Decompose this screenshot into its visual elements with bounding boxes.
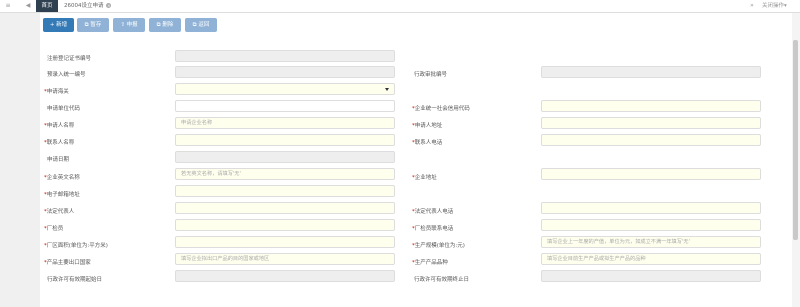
customs-label: *申请海关 — [44, 87, 69, 95]
scrollbar-thumb[interactable] — [793, 40, 798, 240]
tab-current[interactable]: 26004设立申请 × — [60, 0, 115, 12]
reg-cert-no-field — [175, 50, 395, 62]
tab-current-label: 26004设立申请 — [64, 3, 104, 9]
tab-bar: ≡ ◀ 首页 26004设立申请 × » 关闭操作▾ — [0, 0, 800, 13]
permit-start-field — [175, 270, 395, 282]
export-countries-label: *产品主要出口国家 — [44, 258, 91, 266]
collapse-left-icon[interactable]: ≡ — [2, 0, 14, 12]
contact-phone-label-text: 联系人电话 — [414, 140, 443, 146]
close-ops-menu[interactable]: 关闭操作▾ — [762, 0, 787, 12]
email-input[interactable] — [175, 185, 395, 197]
factory-inspector-input[interactable] — [175, 219, 395, 231]
permit-end-label: 行政许可有效期终止日 — [414, 277, 470, 283]
close-tab-icon[interactable]: × — [106, 3, 112, 8]
expand-right-icon[interactable]: » — [747, 0, 757, 12]
capacity-label-text: 生产规模(单位为:元) — [414, 243, 465, 249]
export-countries-label-text: 产品主要出口国家 — [46, 260, 91, 266]
capacity-input[interactable]: 填写企业上一年度的产值，单位为元，如成立不满一年填写'无' — [541, 236, 761, 248]
company-address-input[interactable] — [541, 168, 761, 180]
inspector-phone-input[interactable] — [541, 219, 761, 231]
uscc-label: *企业统一社会信用代码 — [412, 104, 470, 112]
inspector-phone-label-text: 厂检员联系电话 — [414, 226, 454, 232]
capacity-placeholder: 填写企业上一年度的产值，单位为元，如成立不满一年填写'无' — [547, 239, 690, 245]
pre-entry-no-label: 预录入统一编号 — [47, 72, 86, 78]
legal-rep-label-text: 法定代表人 — [46, 209, 75, 215]
uscc-input[interactable] — [541, 100, 761, 112]
factory-area-label-text: 厂区面积(单位为:平方米) — [46, 243, 108, 249]
company-address-label-text: 企业地址 — [414, 175, 437, 181]
add-button[interactable]: + 新增 — [43, 18, 74, 32]
pre-entry-no-field — [175, 66, 395, 78]
save-label: 暂存 — [90, 22, 102, 28]
factory-inspector-label-text: 厂检员 — [46, 226, 64, 232]
product-category-label-text: 生产产品品种 — [414, 260, 448, 266]
applicant-name-input[interactable]: 申请企业名称 — [175, 117, 395, 129]
save-button[interactable]: ⧉ 暂存 — [77, 18, 109, 32]
admin-approval-no-label: 行政审批编号 — [414, 72, 448, 78]
legal-rep-phone-label-text: 法定代表人电话 — [414, 209, 454, 215]
legal-rep-phone-input[interactable] — [541, 202, 761, 214]
contact-name-label: *联系人名称 — [44, 138, 74, 146]
reg-cert-no-label: 注册登记证书编号 — [47, 56, 92, 62]
contact-name-label-text: 联系人名称 — [46, 140, 75, 146]
product-category-label: *生产产品品种 — [412, 258, 448, 266]
export-countries-placeholder: 填写企业拟出口产品的目的国家或地区 — [181, 256, 270, 262]
applicant-code-label: 申请单位代码 — [47, 106, 81, 112]
legal-rep-phone-label: *法定代表人电话 — [412, 207, 453, 215]
applicant-name-placeholder: 申请企业名称 — [181, 120, 213, 126]
product-category-input[interactable]: 填写企业目前生产产品或拟生产产品的品种 — [541, 253, 761, 265]
company-en-name-label-text: 企业英文名称 — [46, 175, 80, 181]
customs-label-text: 申请海关 — [46, 89, 69, 95]
delete-button[interactable]: ⧉ 删除 — [149, 18, 181, 32]
contact-phone-label: *联系人电话 — [412, 138, 442, 146]
delete-label: 删除 — [162, 22, 174, 28]
applicant-name-label: *申请人名称 — [44, 121, 74, 129]
applicant-address-input[interactable] — [541, 117, 761, 129]
email-label: *电子邮箱地址 — [44, 190, 80, 198]
dropdown-caret-icon — [385, 88, 389, 91]
permit-end-field — [541, 270, 761, 282]
contact-name-input[interactable] — [175, 134, 395, 146]
scroll-tabs-left-icon[interactable]: ◀ — [22, 0, 34, 12]
inspector-phone-label: *厂检员联系电话 — [412, 224, 453, 232]
contact-phone-input[interactable] — [541, 134, 761, 146]
applicant-address-label-text: 申请人地址 — [414, 123, 443, 129]
product-category-placeholder: 填写企业目前生产产品或拟生产产品的品种 — [547, 256, 646, 262]
close-ops-label: 关闭操作 — [762, 3, 785, 9]
factory-area-input[interactable] — [175, 236, 395, 248]
legal-rep-input[interactable] — [175, 202, 395, 214]
upload-icon: ⇧ — [120, 22, 125, 28]
customs-select[interactable] — [175, 83, 395, 95]
apply-date-field — [175, 151, 395, 163]
legal-rep-label: *法定代表人 — [44, 207, 74, 215]
tab-home[interactable]: 首页 — [36, 0, 58, 12]
factory-area-label: *厂区面积(单位为:平方米) — [44, 241, 108, 249]
submit-button[interactable]: ⇧ 申报 — [113, 18, 145, 32]
company-en-name-input[interactable]: 若无英文名称，请填写'无' — [175, 168, 395, 180]
applicant-name-label-text: 申请人名称 — [46, 123, 75, 129]
plus-icon: + — [49, 22, 55, 28]
factory-inspector-label: *厂检员 — [44, 224, 63, 232]
export-countries-input[interactable]: 填写企业拟出口产品的目的国家或地区 — [175, 253, 395, 265]
company-en-name-label: *企业英文名称 — [44, 173, 80, 181]
back-button[interactable]: ⧉ 返回 — [185, 18, 217, 32]
tab-home-label: 首页 — [41, 3, 53, 9]
capacity-label: *生产规模(单位为:元) — [412, 241, 465, 249]
delete-icon: ⧉ — [156, 22, 161, 28]
return-icon: ⧉ — [192, 22, 197, 28]
uscc-label-text: 企业统一社会信用代码 — [414, 106, 470, 112]
add-label: 新增 — [56, 22, 68, 28]
company-address-label: *企业地址 — [412, 173, 437, 181]
email-label-text: 电子邮箱地址 — [46, 192, 80, 198]
admin-approval-no-field — [541, 66, 761, 78]
applicant-code-input[interactable] — [175, 100, 395, 112]
permit-start-label: 行政许可有效期起始日 — [47, 277, 103, 283]
applicant-address-label: *申请人地址 — [412, 121, 442, 129]
apply-date-label: 申请日期 — [47, 157, 70, 163]
company-en-name-placeholder: 若无英文名称，请填写'无' — [181, 171, 241, 177]
back-label: 返回 — [198, 22, 210, 28]
submit-label: 申报 — [126, 22, 138, 28]
copy-icon: ⧉ — [84, 22, 89, 28]
